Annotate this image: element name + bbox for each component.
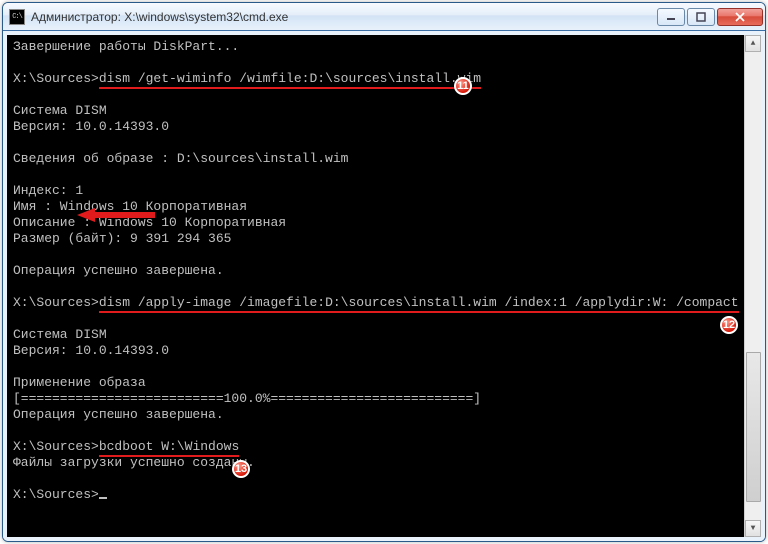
line: Сведения об образе : D:\sources\install.… bbox=[13, 151, 348, 166]
line: Завершение работы DiskPart... bbox=[13, 39, 239, 54]
console-output[interactable]: Завершение работы DiskPart... X:\Sources… bbox=[7, 35, 761, 537]
line: Применение образа bbox=[13, 375, 146, 390]
scroll-up-button[interactable]: ▲ bbox=[745, 35, 761, 52]
window-controls bbox=[655, 8, 763, 26]
line: Файлы загрузки успешно созданы. bbox=[13, 455, 255, 470]
vertical-scrollbar[interactable]: ▲ ▼ bbox=[744, 35, 761, 537]
line: Cистема DISM bbox=[13, 103, 107, 118]
line-index: Индекс: 1 bbox=[13, 183, 83, 198]
scroll-track[interactable] bbox=[745, 52, 761, 520]
close-button[interactable] bbox=[717, 8, 763, 26]
minimize-button[interactable] bbox=[657, 8, 685, 26]
cmd-icon: C:\ bbox=[9, 9, 25, 25]
annotation-badge-13: 13 bbox=[232, 460, 250, 478]
line-progress: [==========================100.0%=======… bbox=[13, 391, 481, 406]
maximize-button[interactable] bbox=[687, 8, 715, 26]
line: Cистема DISM bbox=[13, 327, 107, 342]
text-cursor bbox=[99, 497, 107, 499]
prompt: X:\Sources> bbox=[13, 71, 99, 86]
prompt: X:\Sources> bbox=[13, 439, 99, 454]
line: Операция успешно завершена. bbox=[13, 407, 224, 422]
annotation-badge-11: 11 bbox=[454, 77, 472, 95]
line: Операция успешно завершена. bbox=[13, 263, 224, 278]
command-dism-apply: dism /apply-image /imagefile:D:\sources\… bbox=[99, 295, 739, 313]
scroll-down-button[interactable]: ▼ bbox=[745, 520, 761, 537]
line: Описание : Windows 10 Корпоративная bbox=[13, 215, 286, 230]
prompt: X:\Sources> bbox=[13, 295, 99, 310]
titlebar[interactable]: C:\ Администратор: X:\windows\system32\c… bbox=[3, 3, 765, 31]
prompt: X:\Sources> bbox=[13, 487, 99, 502]
annotation-badge-12: 12 bbox=[720, 316, 738, 334]
line: Версия: 10.0.14393.0 bbox=[13, 119, 169, 134]
window-title: Администратор: X:\windows\system32\cmd.e… bbox=[31, 10, 655, 24]
line: Размер (байт): 9 391 294 365 bbox=[13, 231, 231, 246]
client-area: Завершение работы DiskPart... X:\Sources… bbox=[3, 31, 765, 541]
command-dism-getwiminfo: dism /get-wiminfo /wimfile:D:\sources\in… bbox=[99, 71, 481, 89]
line: Версия: 10.0.14393.0 bbox=[13, 343, 169, 358]
scroll-thumb[interactable] bbox=[746, 352, 761, 502]
line: Имя : Windows 10 Корпоративная bbox=[13, 199, 247, 214]
cmd-window: C:\ Администратор: X:\windows\system32\c… bbox=[2, 2, 766, 542]
